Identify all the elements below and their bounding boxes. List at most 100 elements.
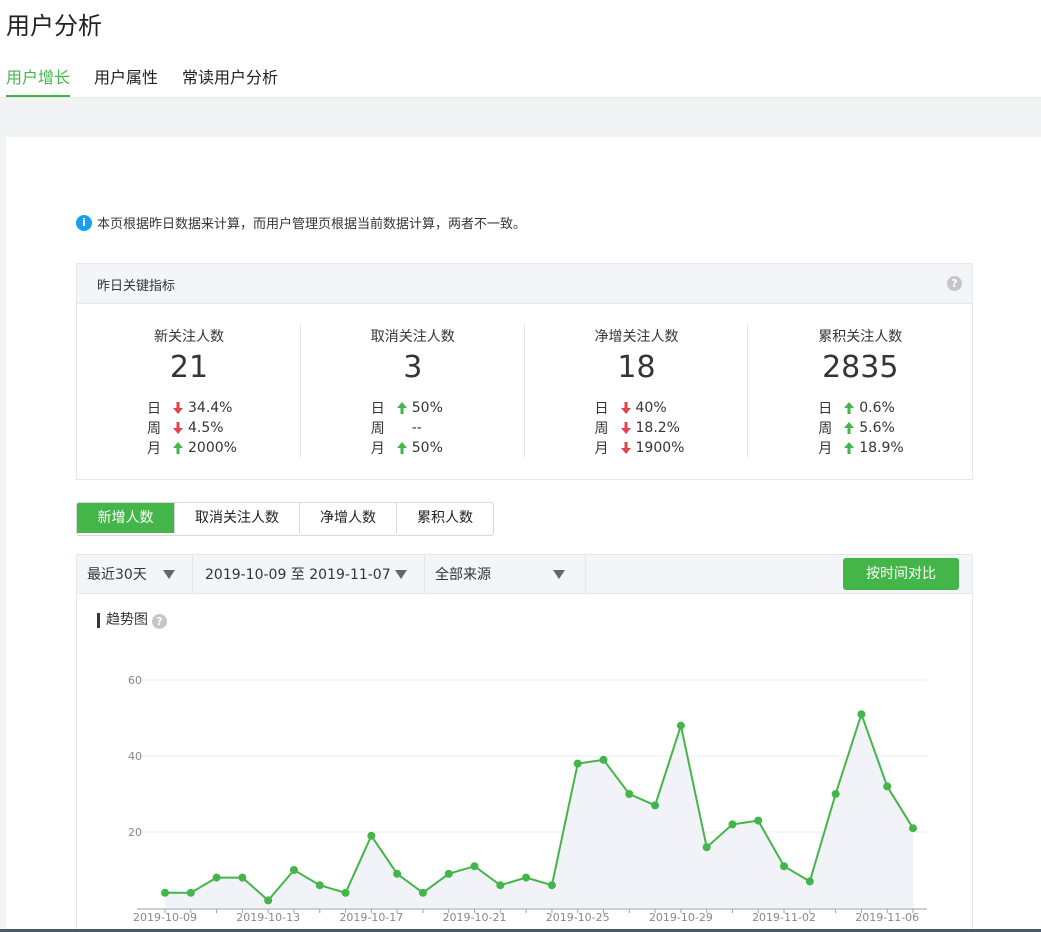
date-range-select[interactable]: 2019-10-09 至 2019-11-07 <box>193 555 425 593</box>
tab-bar: 用户增长 用户属性 常读用户分析 <box>6 64 302 97</box>
x-tick-label: 2019-10-21 <box>443 911 507 924</box>
source-select[interactable]: 全部来源 <box>425 555 586 593</box>
arrow-up-icon <box>844 422 855 434</box>
main-panel: i 本页根据昨日数据来计算，而用户管理页根据当前数据计算，两者不一致。 昨日关键… <box>6 137 1041 932</box>
data-point <box>857 710 866 719</box>
kpi-change-row: 月 18.9% <box>818 438 903 458</box>
data-point <box>573 759 582 768</box>
help-icon[interactable]: ? <box>947 276 962 291</box>
y-tick-label: 20 <box>128 826 142 839</box>
help-icon[interactable]: ? <box>152 614 167 629</box>
change-value: 40% <box>635 400 667 416</box>
date-range-value: 2019-10-09 至 2019-11-07 <box>205 567 391 583</box>
seg-new-users[interactable]: 新增人数 <box>77 503 175 533</box>
data-point <box>186 888 195 897</box>
top-header: 用户分析 用户增长 用户属性 常读用户分析 <box>0 0 1041 98</box>
tab-user-growth[interactable]: 用户增长 <box>6 64 71 97</box>
info-icon: i <box>76 214 92 231</box>
data-point <box>470 862 479 871</box>
x-tick-label: 2019-11-02 <box>752 911 816 924</box>
page-title: 用户分析 <box>6 12 102 40</box>
kpi-value: 2835 <box>822 350 899 385</box>
kpi-card: 新关注人数 21 日 34.4% 周 4.5% 月 2000% <box>77 324 301 458</box>
range-value: 最近30天 <box>87 567 147 583</box>
data-point <box>522 873 531 882</box>
arrow-up-icon <box>173 442 183 454</box>
period-label: 周 <box>594 421 609 437</box>
period-label: 周 <box>818 421 833 437</box>
arrow-up-icon <box>396 402 407 414</box>
data-point <box>418 888 427 897</box>
data-point <box>805 877 814 886</box>
trend-title-text: 趋势图 <box>106 612 148 628</box>
series-line <box>165 711 914 902</box>
data-point <box>651 801 660 810</box>
data-point <box>754 816 763 825</box>
seg-net-users[interactable]: 净增人数 <box>300 503 397 533</box>
data-point <box>676 721 685 730</box>
period-label: 月 <box>370 441 385 457</box>
kpi-card: 取消关注人数 3 日 50% 周 -- 月 50% <box>301 324 525 458</box>
change-value: 2000% <box>188 440 237 456</box>
kpi-value: 21 <box>169 350 209 385</box>
x-tick-label: 2019-10-13 <box>236 911 300 924</box>
change-value: -- <box>411 420 422 436</box>
data-point <box>444 869 453 878</box>
data-point <box>909 824 917 833</box>
dropdown-arrow-icon <box>394 569 407 579</box>
x-tick-label: 2019-11-06 <box>855 911 919 924</box>
kpi-change-row: 日 50% <box>371 398 443 418</box>
data-point <box>341 888 350 897</box>
kpi-change-row: 周 5.6% <box>818 418 903 438</box>
trend-title: 趋势图 <box>97 613 148 628</box>
seg-total-users[interactable]: 累积人数 <box>397 503 493 533</box>
x-tick-label: 2019-10-25 <box>546 911 610 924</box>
kpi-change-row: 日 40% <box>595 398 685 418</box>
kpi-change-rows: 日 34.4% 周 4.5% 月 2000% <box>147 398 237 458</box>
data-point <box>496 881 505 890</box>
dropdown-arrow-icon <box>553 569 565 579</box>
arrow-up-icon <box>844 442 855 454</box>
kpi-change-rows: 日 50% 周 -- 月 50% <box>371 398 443 458</box>
data-point <box>264 896 273 905</box>
period-label: 周 <box>147 421 161 437</box>
x-tick-label: 2019-10-17 <box>339 911 403 924</box>
metric-switch: 新增人数 取消关注人数 净增人数 累积人数 <box>76 502 494 536</box>
tab-user-attributes[interactable]: 用户属性 <box>94 64 158 97</box>
data-point <box>599 755 608 764</box>
data-point <box>831 790 840 798</box>
compare-by-time-button[interactable]: 按时间对比 <box>843 558 959 590</box>
kpi-label: 累积关注人数 <box>818 329 903 345</box>
change-value: 18.9% <box>859 440 904 456</box>
source-value: 全部来源 <box>435 567 491 583</box>
arrow-down-icon <box>173 402 183 414</box>
arrow-down-icon <box>620 402 631 414</box>
data-point <box>393 869 402 878</box>
kpi-grid: 新关注人数 21 日 34.4% 周 4.5% 月 2000% 取消关注人数 3 日 50% 周 -- 月 5… <box>77 324 972 458</box>
range-select[interactable]: 最近30天 <box>77 555 193 593</box>
data-point <box>212 873 221 882</box>
kpi-change-row: 周 4.5% <box>147 418 237 438</box>
period-label: 月 <box>594 441 609 457</box>
kpi-change-row: 周 -- <box>371 418 443 438</box>
notice-text: 本页根据昨日数据来计算，而用户管理页根据当前数据计算，两者不一致。 <box>97 217 527 232</box>
data-point <box>367 831 376 840</box>
period-label: 日 <box>370 401 385 417</box>
period-label: 日 <box>818 401 833 417</box>
period-label: 月 <box>147 441 161 457</box>
kpi-change-row: 月 50% <box>371 438 443 458</box>
y-tick-label: 60 <box>128 674 142 687</box>
change-value: 4.5% <box>188 420 224 436</box>
tab-frequent-readers[interactable]: 常读用户分析 <box>182 64 278 97</box>
kpi-label: 取消关注人数 <box>370 329 455 345</box>
kpi-value: 3 <box>403 350 423 385</box>
seg-unfollow-users[interactable]: 取消关注人数 <box>175 503 300 533</box>
trend-chart-card: 20 40 60 2019-10-09 2019-10-13 2019-10-17 2019… <box>76 594 973 932</box>
kpi-change-row: 日 0.6% <box>818 398 903 418</box>
x-tick-label: 2019-10-29 <box>649 911 713 924</box>
trend-chart: 20 40 60 2019-10-09 2019-10-13 2019-10-17 2019… <box>128 674 927 924</box>
kpi-header: 昨日关键指标 ? <box>77 264 972 304</box>
arrow-up-icon <box>844 402 855 414</box>
data-point <box>702 843 711 852</box>
period-label: 月 <box>818 441 833 457</box>
